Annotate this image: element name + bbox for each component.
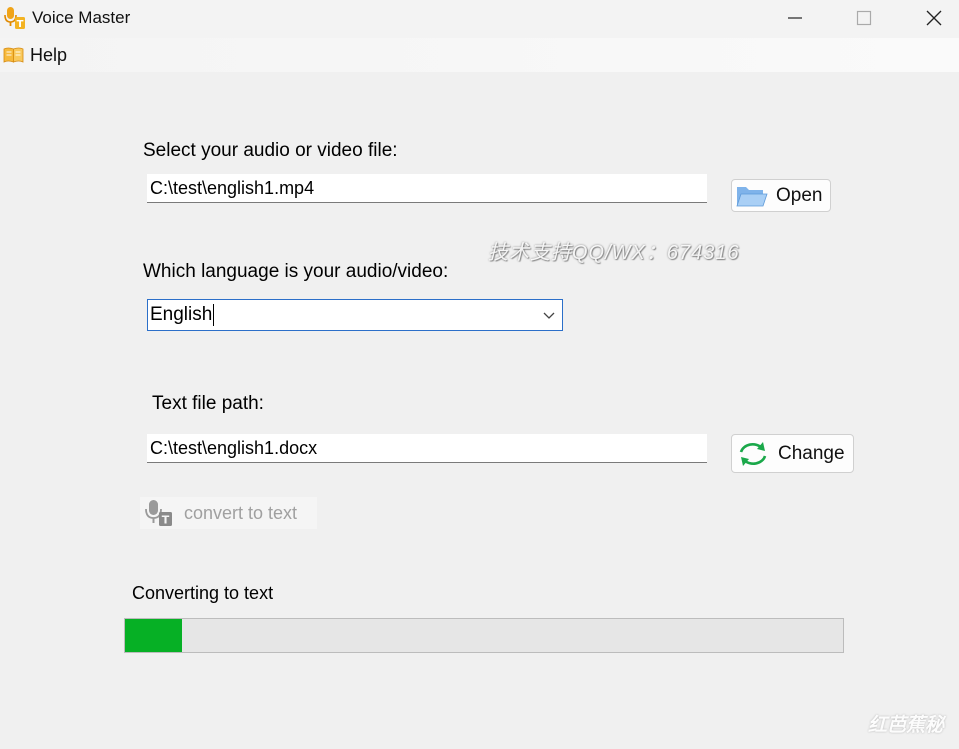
chevron-down-icon bbox=[543, 312, 555, 319]
output-path-input[interactable]: C:\test\english1.docx bbox=[147, 434, 707, 463]
maximize-button[interactable] bbox=[829, 0, 899, 36]
minimize-icon bbox=[788, 17, 802, 19]
microphone-text-icon: T bbox=[145, 500, 172, 527]
progress-fill bbox=[125, 619, 183, 652]
menu-item-help-label: Help bbox=[30, 44, 68, 65]
open-button-label: Open bbox=[776, 184, 823, 206]
language-select[interactable]: English bbox=[147, 299, 563, 331]
source-file-label: Select your audio or video file: bbox=[143, 140, 398, 161]
progress-bar bbox=[124, 618, 844, 653]
app-microphone-icon: T bbox=[4, 6, 26, 30]
title-bar: T Voice Master bbox=[0, 0, 959, 38]
menu-bar: Help bbox=[0, 38, 959, 72]
window-title: Voice Master bbox=[32, 8, 131, 27]
output-path-label: Text file path: bbox=[152, 393, 264, 414]
open-button[interactable]: Open bbox=[731, 179, 831, 212]
close-button[interactable] bbox=[899, 0, 959, 36]
svg-text:T: T bbox=[17, 19, 24, 30]
book-icon bbox=[3, 47, 24, 63]
folder-open-icon bbox=[736, 186, 768, 206]
minimize-button[interactable] bbox=[760, 0, 830, 36]
watermark-text: 技术支持QQ/WX：674316 bbox=[488, 242, 740, 264]
svg-text:T: T bbox=[162, 514, 170, 527]
progress-status-label: Converting to text bbox=[132, 583, 274, 603]
close-icon bbox=[926, 10, 942, 26]
convert-to-text-label: convert to text bbox=[184, 502, 298, 523]
source-file-input[interactable]: C:\test\english1.mp4 bbox=[147, 174, 707, 203]
menu-item-help[interactable]: Help bbox=[3, 44, 67, 66]
change-button-label: Change bbox=[778, 442, 845, 464]
text-caret bbox=[213, 303, 215, 326]
maximize-icon bbox=[856, 10, 872, 26]
language-label: Which language is your audio/video: bbox=[143, 261, 449, 282]
language-selected-value: English bbox=[150, 304, 213, 325]
corner-watermark: 红芭蕉秘 bbox=[868, 715, 945, 736]
refresh-icon bbox=[739, 441, 767, 466]
change-button[interactable]: Change bbox=[731, 434, 854, 473]
convert-to-text-button[interactable]: T convert to text bbox=[140, 497, 317, 529]
